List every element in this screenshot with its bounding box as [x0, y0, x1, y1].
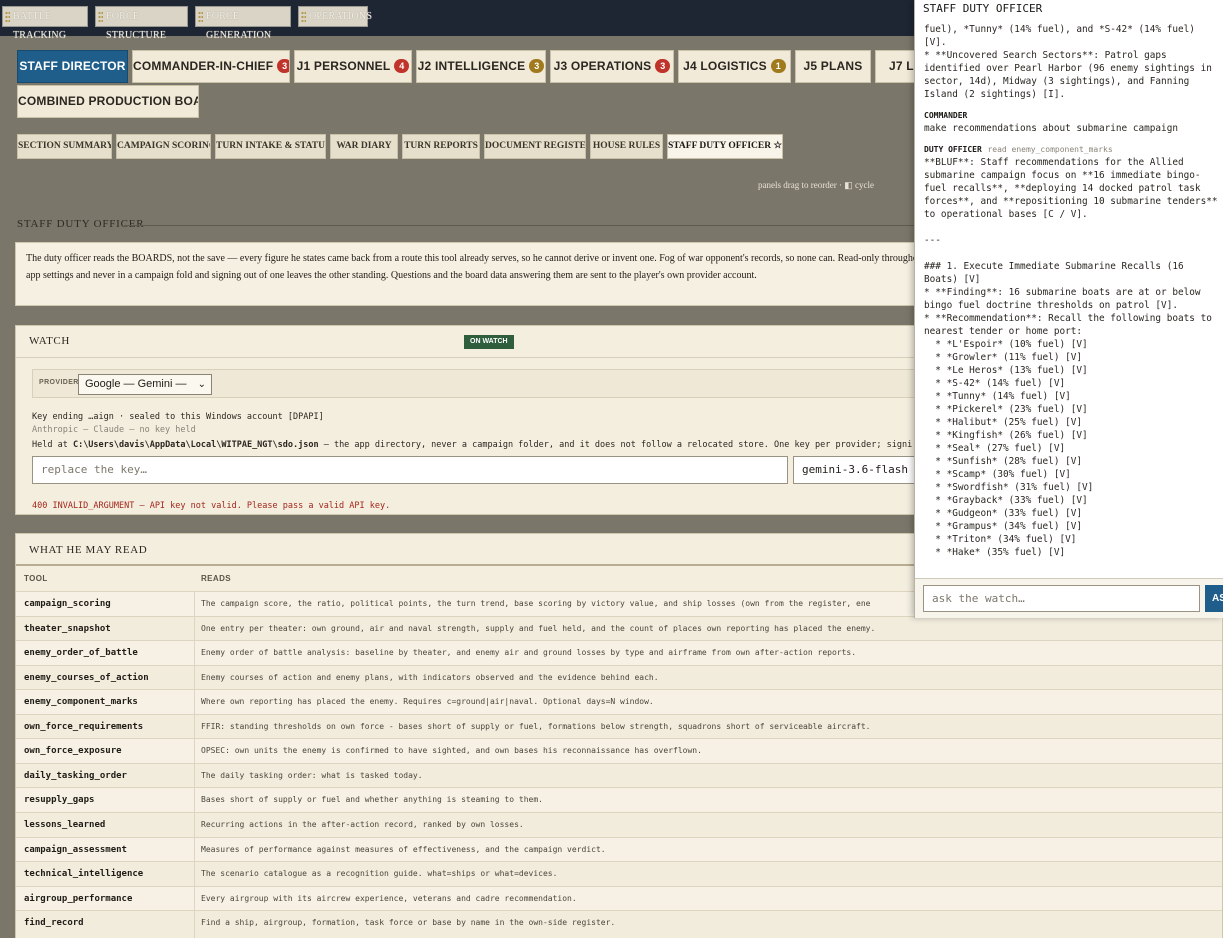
- table-row: own_force_requirements FFIR: standing thr…: [16, 714, 1222, 739]
- topbar-chip-force-generation[interactable]: FORCE GENERATION: [195, 6, 291, 41]
- table-row: find_record Find a ship, airgroup, format…: [16, 910, 1222, 938]
- table-row: daily_tasking_order The daily tasking ord…: [16, 763, 1222, 788]
- prior-reply-tail: fuel), *Tunny* (14% fuel), and *S-42* (1…: [924, 24, 1212, 100]
- tab-j3-operations[interactable]: J3 OPERATIONS 3: [550, 50, 674, 83]
- watch-panel-title: WATCH: [29, 335, 70, 347]
- key-file-path: C:\Users\davis\AppData\Local\WITPAE_NGT\…: [72, 440, 319, 450]
- table-row: theater_snapshot One entry per theater: o…: [16, 616, 1222, 641]
- api-key-input[interactable]: replace the key…: [32, 456, 788, 484]
- section-title: STAFF DUTY OFFICER: [17, 218, 145, 230]
- table-row: enemy_order_of_battle Enemy order of batt…: [16, 640, 1222, 665]
- tab-j7-lessons[interactable]: J7 LES: [875, 50, 915, 83]
- table-row: own_force_exposure OPSEC: own units the e…: [16, 738, 1222, 763]
- panel-reorder-hint: panels drag to reorder · ◧ cycle: [758, 180, 874, 190]
- section-divider: [124, 225, 924, 226]
- provider-label: PROVIDER: [39, 379, 79, 386]
- topbar-chip-battle-tracking[interactable]: BATTLE TRACKING: [2, 6, 88, 41]
- notification-badge: 4: [394, 59, 410, 73]
- subtab-turn-reports[interactable]: TURN REPORTS: [402, 134, 480, 159]
- key-location-line: Held at C:\Users\davis\AppData\Local\WIT…: [32, 440, 913, 450]
- drag-grip-icon[interactable]: [301, 11, 306, 22]
- drag-grip-icon[interactable]: [98, 11, 103, 22]
- subtab-staff-duty-officer[interactable]: STAFF DUTY OFFICER ☆: [667, 134, 783, 159]
- key-status-line: Key ending …aign · sealed to this Window…: [32, 412, 324, 422]
- table-row: airgroup_performance Every airgroup with …: [16, 886, 1222, 911]
- duty-officer-header: DUTY OFFICER read enemy_component_marks: [924, 145, 1113, 154]
- notification-badge: 3: [529, 59, 545, 73]
- tab-staff-director[interactable]: STAFF DIRECTOR: [17, 50, 128, 83]
- notification-badge: 3: [655, 59, 671, 73]
- error-message: 400 INVALID_ARGUMENT — API key not valid…: [32, 501, 391, 511]
- notification-badge: 1: [770, 59, 786, 73]
- subtab-document-register[interactable]: DOCUMENT REGISTER: [484, 134, 586, 159]
- chat-transcript[interactable]: fuel), *Tunny* (14% fuel), and *S-42* (1…: [915, 20, 1223, 576]
- duty-officer-reply: **BLUF**: Staff recommendations for the …: [924, 157, 1218, 576]
- table-row: resupply_gaps Bases short of supply or fu…: [16, 787, 1222, 812]
- chat-input-bar: ask the watch… ASK: [915, 578, 1223, 618]
- column-header-tool: TOOL: [24, 574, 48, 583]
- tab-combined-production-board[interactable]: COMBINED PRODUCTION BOARD: [17, 85, 199, 118]
- drawer-title: STAFF DUTY OFFICER: [923, 2, 1043, 15]
- ask-button[interactable]: ASK: [1205, 585, 1223, 612]
- tab-j4-logistics[interactable]: J4 LOGISTICS 1: [678, 50, 791, 83]
- table-row: campaign_assessment Measures of performan…: [16, 837, 1222, 862]
- reads-panel-title: WHAT HE MAY READ: [29, 544, 148, 556]
- table-row: enemy_component_marks Where own reporting…: [16, 689, 1222, 714]
- notification-badge: 3: [277, 59, 289, 73]
- topbar-chip-operations[interactable]: OPERATIONS: [298, 6, 372, 27]
- tab-j1-personnel[interactable]: J1 PERSONNEL 4: [294, 50, 412, 83]
- table-row: technical_intelligence The scenario catal…: [16, 861, 1222, 886]
- tab-j2-intelligence[interactable]: J2 INTELLIGENCE 3: [416, 50, 546, 83]
- status-badge: ON WATCH: [464, 335, 514, 349]
- provider-select[interactable]: Google — Gemini — ⌄: [78, 374, 212, 395]
- drag-grip-icon[interactable]: [5, 11, 10, 22]
- ask-input[interactable]: ask the watch…: [923, 585, 1200, 612]
- subtab-turn-intake-status[interactable]: TURN INTAKE & STATUS: [215, 134, 326, 159]
- subtab-section-summary[interactable]: SECTION SUMMARY: [17, 134, 112, 159]
- model-input[interactable]: gemini-3.6-flash: [793, 456, 933, 484]
- topbar-chip-force-structure[interactable]: FORCE STRUCTURE: [95, 6, 188, 41]
- drag-grip-icon[interactable]: [198, 11, 203, 22]
- subtab-campaign-scoring[interactable]: CAMPAIGN SCORING: [116, 134, 211, 159]
- subtab-war-diary[interactable]: WAR DIARY: [330, 134, 398, 159]
- tab-commander-in-chief[interactable]: COMMANDER-IN-CHIEF 3: [132, 50, 290, 83]
- tab-j5-plans[interactable]: J5 PLANS: [795, 50, 871, 83]
- tool-call-note: read enemy_component_marks: [987, 145, 1113, 154]
- subtab-house-rules[interactable]: HOUSE RULES: [590, 134, 663, 159]
- commander-message: make recommendations about submarine cam…: [924, 123, 1178, 134]
- column-header-reads: READS: [201, 574, 232, 583]
- chevron-down-icon: ⌄: [197, 379, 206, 390]
- commander-label: COMMANDER: [924, 111, 968, 120]
- anthropic-status-line: Anthropic — Claude — no key held: [32, 425, 196, 435]
- table-row: lessons_learned Recurring actions in the …: [16, 812, 1222, 837]
- table-row: enemy_courses_of_action Enemy courses of …: [16, 665, 1222, 690]
- sdo-chat-drawer: STAFF DUTY OFFICER fuel), *Tunny* (14% f…: [914, 0, 1223, 618]
